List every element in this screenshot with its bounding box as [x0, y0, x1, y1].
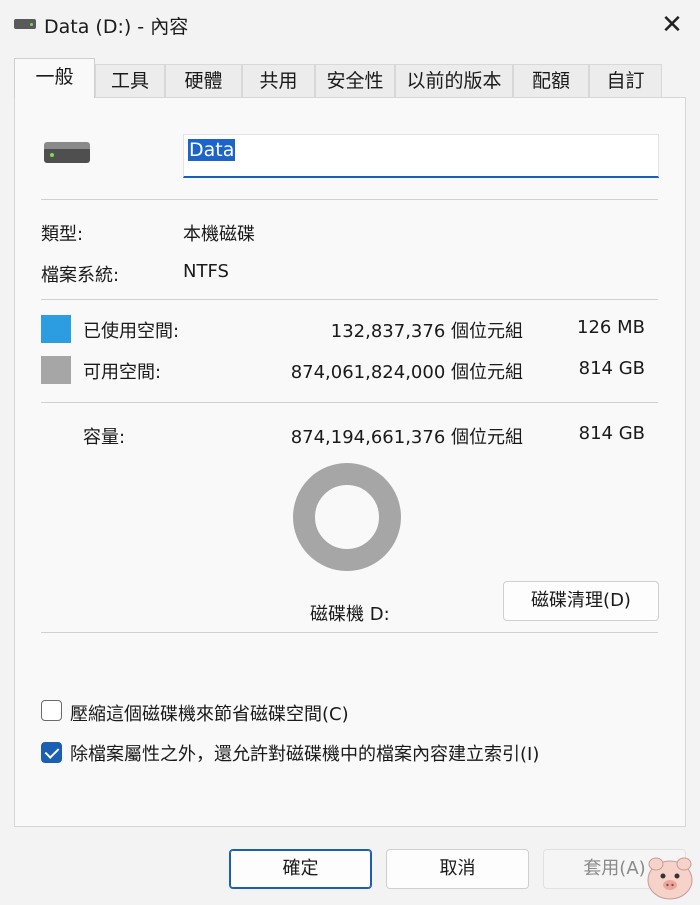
tab-quota[interactable]: 配額 — [513, 64, 589, 97]
capacity-label: 容量: — [83, 427, 126, 448]
tab-previous-versions[interactable]: 以前的版本 — [395, 64, 513, 97]
capacity-bytes: 874,194,661,376 個位元組 — [290, 427, 523, 448]
separator — [41, 299, 658, 300]
cancel-button[interactable]: 取消 — [386, 849, 529, 889]
free-space-bytes: 874,061,824,000 個位元組 — [290, 362, 523, 383]
drive-name-value: Data — [188, 139, 236, 161]
filesystem-label: 檔案系統: — [41, 265, 120, 286]
compress-checkbox[interactable] — [41, 700, 62, 721]
compress-label[interactable]: 壓縮這個磁碟機來節省磁碟空間(C) — [70, 700, 349, 726]
disk-usage-donut — [293, 463, 401, 571]
disk-cleanup-button[interactable]: 磁碟清理(D) — [503, 581, 659, 621]
ok-button[interactable]: 確定 — [229, 849, 372, 889]
drive-name-input[interactable]: Data — [183, 134, 659, 178]
filesystem-value: NTFS — [183, 261, 229, 282]
type-label: 類型: — [41, 224, 84, 245]
tab-general[interactable]: 一般 — [14, 58, 95, 98]
separator — [41, 199, 658, 200]
used-space-size: 126 MB — [577, 317, 645, 338]
free-space-label: 可用空間: — [83, 362, 162, 383]
free-space-ring — [293, 463, 401, 571]
disk-label: 磁碟機 D: — [310, 604, 390, 625]
tab-tools[interactable]: 工具 — [95, 64, 165, 97]
index-label[interactable]: 除檔案屬性之外，還允許對磁碟機中的檔案內容建立索引(I) — [70, 740, 539, 766]
drive-icon — [44, 142, 90, 163]
tab-customize[interactable]: 自訂 — [589, 64, 662, 97]
separator — [41, 632, 658, 633]
tab-sharing[interactable]: 共用 — [242, 64, 315, 97]
used-space-swatch — [41, 315, 71, 343]
tab-security[interactable]: 安全性 — [315, 64, 395, 97]
capacity-size: 814 GB — [578, 423, 645, 444]
mascot-watermark — [647, 857, 693, 900]
used-space-bytes: 132,837,376 個位元組 — [330, 321, 523, 342]
used-space-label: 已使用空間: — [83, 321, 180, 342]
title-bar: Data (D:) - 內容 ✕ — [0, 0, 700, 50]
index-checkbox[interactable] — [41, 742, 62, 763]
window-title: Data (D:) - 內容 — [44, 16, 189, 38]
separator — [41, 402, 658, 403]
free-space-swatch — [41, 356, 71, 384]
tab-hardware[interactable]: 硬體 — [165, 64, 242, 97]
drive-icon — [14, 19, 36, 29]
close-button[interactable]: ✕ — [652, 6, 692, 44]
free-space-size: 814 GB — [578, 358, 645, 379]
type-value: 本機磁碟 — [183, 224, 255, 245]
